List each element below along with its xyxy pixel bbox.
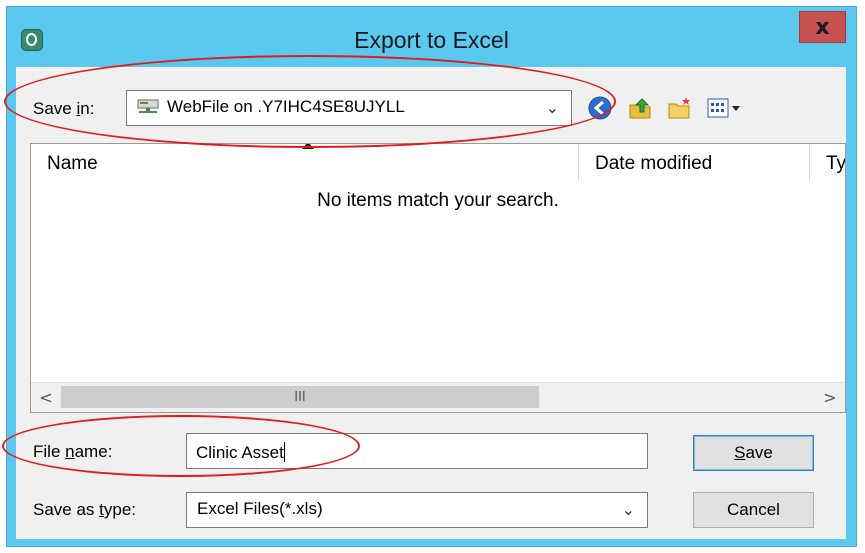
chevron-right-icon: >	[823, 388, 837, 407]
title-bar[interactable]: Export to Excel x	[7, 7, 856, 67]
text-caret	[283, 442, 285, 462]
up-folder-icon[interactable]	[627, 95, 653, 121]
view-menu-icon[interactable]	[706, 95, 746, 121]
export-dialog: Export to Excel x Save in: WebFile on .Y…	[6, 6, 857, 547]
save-button[interactable]: Save	[693, 435, 814, 471]
scrollbar-thumb[interactable]: III	[61, 386, 539, 408]
save-in-label: Save in:	[33, 99, 95, 118]
dialog-title: Export to Excel	[354, 27, 509, 53]
network-drive-icon	[137, 99, 159, 113]
scroll-right-button[interactable]: >	[815, 383, 845, 412]
cancel-button[interactable]: Cancel	[693, 492, 814, 528]
column-header-name[interactable]: Name	[31, 144, 579, 180]
chevron-down-icon: ⌄	[621, 500, 635, 519]
new-folder-icon[interactable]	[667, 95, 693, 121]
column-header-type[interactable]: Ty	[810, 144, 845, 180]
save-button-label: ave	[745, 443, 773, 462]
dialog-body: Save in: WebFile on .Y7IHC4SE8UJYLL ⌄ Na…	[16, 67, 846, 539]
file-name-label: File name:	[33, 442, 113, 461]
file-name-input[interactable]: Clinic Asset	[186, 433, 648, 469]
chevron-left-icon: <	[39, 388, 53, 407]
close-button[interactable]: x	[799, 11, 846, 43]
close-icon: x	[815, 14, 830, 40]
chevron-down-icon: ⌄	[545, 98, 559, 117]
scroll-left-button[interactable]: <	[31, 383, 61, 412]
save-as-type-value: Excel Files(*.xls)	[197, 499, 323, 518]
save-button-accel: S	[734, 443, 746, 462]
grip-icon: III	[294, 389, 306, 405]
save-as-type-label: Save as type:	[33, 500, 137, 519]
save-as-type-dropdown[interactable]: Excel Files(*.xls) ⌄	[186, 492, 648, 528]
file-list[interactable]: Name Date modified Ty No items match you…	[30, 143, 846, 413]
empty-list-message: No items match your search.	[317, 190, 559, 211]
back-icon[interactable]	[587, 95, 613, 121]
save-in-dropdown[interactable]: WebFile on .Y7IHC4SE8UJYLL ⌄	[126, 90, 572, 126]
horizontal-scrollbar[interactable]: < III >	[31, 382, 845, 412]
sort-arrow-icon	[302, 144, 314, 149]
save-in-value: WebFile on .Y7IHC4SE8UJYLL	[167, 97, 405, 116]
file-name-value: Clinic Asset	[196, 443, 284, 462]
column-header-date-modified[interactable]: Date modified	[579, 144, 810, 180]
